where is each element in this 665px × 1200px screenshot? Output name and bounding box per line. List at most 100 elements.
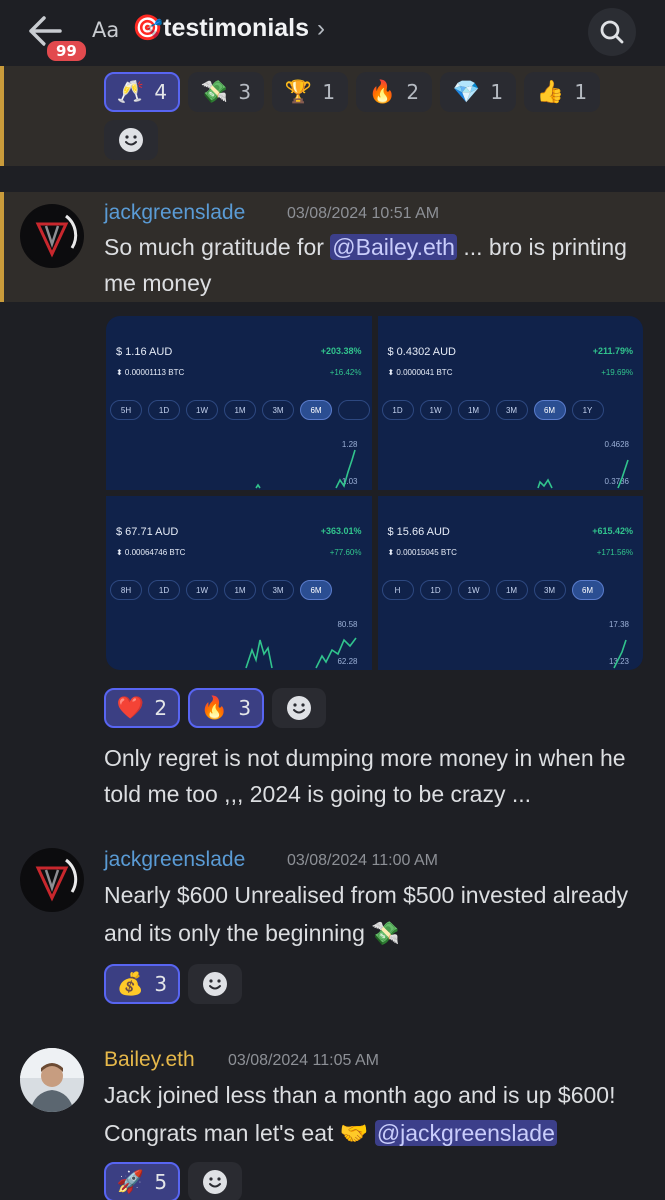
smiley-icon: [203, 972, 227, 996]
avatar[interactable]: [20, 204, 84, 268]
reaction-chip[interactable]: 🏆 1: [272, 72, 348, 112]
percent-change: +615.42%: [592, 526, 633, 536]
percent-change: +203.38%: [320, 346, 362, 356]
timestamp: 03/08/2024 11:00 AM: [287, 852, 438, 869]
price-chart-card[interactable]: $ 15.66 AUD +615.42% ⬍ 0.00015045 BTC +171.…: [377, 496, 644, 670]
timeframe-button[interactable]: 1D: [148, 580, 180, 600]
timeframe-button[interactable]: 6M: [300, 580, 332, 600]
timeframe-selector: 5H 1D 1W 1M 3M 6M: [106, 400, 372, 420]
text-size-button[interactable]: Aa: [92, 18, 119, 42]
avatar[interactable]: [20, 848, 84, 912]
reaction-chip[interactable]: 🔥 2: [356, 72, 432, 112]
btc-value: ⬍ 0.0000041 BTC: [387, 368, 453, 377]
add-reaction-button[interactable]: [104, 120, 158, 160]
username[interactable]: jackgreenslade: [104, 848, 245, 872]
btc-percent-change: +171.56%: [596, 548, 633, 557]
price-chart-card[interactable]: $ 0.4302 AUD +211.79% ⬍ 0.0000041 BTC +19.6…: [377, 316, 643, 490]
timeframe-button[interactable]: 1D: [381, 400, 414, 420]
unread-badge: 99: [44, 38, 89, 64]
timeframe-button[interactable]: H: [381, 580, 414, 600]
timeframe-button[interactable]: 3M: [533, 580, 566, 600]
thumbs-up-emoji: 👍: [536, 79, 565, 105]
channel-header: 99 Aa 🎯 testimonials ›: [0, 0, 665, 66]
price-label: $ 15.66 AUD: [387, 526, 450, 538]
reaction-chip[interactable]: 🔥 3: [188, 688, 264, 728]
channel-title[interactable]: 🎯 testimonials ›: [132, 14, 325, 43]
message-text: Nearly $600 Unrealised from $500 investe…: [104, 882, 629, 946]
timeframe-button[interactable]: 3M: [262, 400, 294, 420]
timeframe-button[interactable]: 1W: [186, 400, 218, 420]
timeframe-button[interactable]: 1W: [419, 400, 452, 420]
reaction-chip[interactable]: 👍 1: [524, 72, 600, 112]
user-photo-avatar: [20, 1048, 84, 1112]
price-chart-card[interactable]: $ 1.16 AUD +203.38% ⬍ 0.00001113 BTC +16.42…: [106, 316, 372, 490]
percent-change: +211.79%: [592, 346, 633, 356]
timestamp: 03/08/2024 10:51 AM: [287, 205, 440, 222]
timeframe-button[interactable]: 1M: [495, 580, 528, 600]
btc-value: ⬍ 0.00064746 BTC: [116, 548, 186, 557]
timeframe-button[interactable]: 3M: [495, 400, 528, 420]
timeframe-button[interactable]: 1M: [457, 400, 490, 420]
btc-value: ⬍ 0.00001113 BTC: [116, 368, 185, 377]
add-reaction-button[interactable]: [272, 688, 326, 728]
timeframe-button[interactable]: 6M: [533, 400, 566, 420]
image-attachment-grid[interactable]: $ 1.16 AUD +203.38% ⬍ 0.00001113 BTC +16.42…: [106, 316, 643, 670]
btc-percent-change: +16.42%: [329, 368, 362, 377]
trophy-emoji: 🏆: [284, 79, 313, 105]
reaction-chip[interactable]: ❤️ 2: [104, 688, 180, 728]
search-button[interactable]: [588, 8, 636, 56]
price-sparkline: [255, 449, 356, 489]
timeframe-button[interactable]: 1D: [148, 400, 180, 420]
prev-add-reaction-row: [104, 120, 158, 160]
timeframe-button[interactable]: 8H: [110, 580, 142, 600]
add-reaction-button[interactable]: [188, 1162, 242, 1200]
chevron-right-icon: ›: [317, 14, 326, 42]
user-mention[interactable]: @jackgreenslade: [374, 1120, 557, 1146]
money-wings-emoji: 💸: [200, 79, 229, 105]
logo-avatar-icon: [22, 850, 82, 910]
add-reaction-button[interactable]: [188, 964, 242, 1004]
reaction-chip[interactable]: 🚀 5: [104, 1162, 180, 1200]
timeframe-button[interactable]: 1Y: [571, 400, 604, 420]
timeframe-button[interactable]: [338, 400, 370, 420]
reaction-chip[interactable]: 💎 1: [440, 72, 516, 112]
timeframe-selector: 8H 1D 1W 1M 3M 6M: [106, 580, 372, 600]
timeframe-button[interactable]: 1M: [224, 580, 256, 600]
fire-emoji: 🔥: [200, 695, 229, 721]
smiley-icon: [287, 696, 311, 720]
timeframe-button[interactable]: 5H: [110, 400, 142, 420]
timeframe-button[interactable]: 1M: [224, 400, 256, 420]
fire-emoji: 🔥: [368, 79, 397, 105]
user-mention[interactable]: @Bailey.eth: [330, 234, 457, 260]
smiley-icon: [203, 1170, 227, 1194]
logo-avatar-icon: [22, 206, 82, 266]
timeframe-button[interactable]: 6M: [571, 580, 604, 600]
channel-name: testimonials: [163, 14, 310, 42]
timeframe-button[interactable]: 1D: [419, 580, 452, 600]
avatar[interactable]: [20, 1048, 84, 1112]
search-icon: [600, 20, 624, 44]
price-label: $ 1.16 AUD: [116, 346, 173, 358]
username[interactable]: Bailey.eth: [104, 1048, 195, 1072]
timeframe-button[interactable]: 3M: [262, 580, 294, 600]
price-sparkline: [245, 637, 357, 669]
timeframe-button[interactable]: 1W: [457, 580, 490, 600]
timeframe-selector: H 1D 1W 1M 3M 6M: [378, 580, 644, 600]
btc-percent-change: +77.60%: [329, 548, 362, 557]
btc-percent-change: +19.69%: [601, 368, 633, 377]
smiley-icon: [119, 128, 143, 152]
percent-change: +363.01%: [320, 526, 362, 536]
price-sparkline: [612, 639, 627, 669]
timeframe-button[interactable]: 1W: [186, 580, 218, 600]
username[interactable]: jackgreenslade: [104, 201, 245, 225]
reaction-chip[interactable]: 🥂 4: [104, 72, 180, 112]
target-icon: 🎯: [132, 14, 164, 42]
message-reaction-row: 🚀 5: [104, 1162, 242, 1200]
timeframe-button[interactable]: 6M: [300, 400, 332, 420]
price-chart-card[interactable]: $ 67.71 AUD +363.01% ⬍ 0.00064746 BTC +77.6…: [106, 496, 372, 670]
prev-reaction-row: 🥂 4 💸 3 🏆 1 🔥 2 💎 1 👍 1: [104, 72, 600, 112]
reaction-chip[interactable]: 💸 3: [188, 72, 264, 112]
clinking-glasses-emoji: 🥂: [116, 79, 145, 105]
gem-emoji: 💎: [452, 79, 481, 105]
reaction-chip[interactable]: 💰 3: [104, 964, 180, 1004]
